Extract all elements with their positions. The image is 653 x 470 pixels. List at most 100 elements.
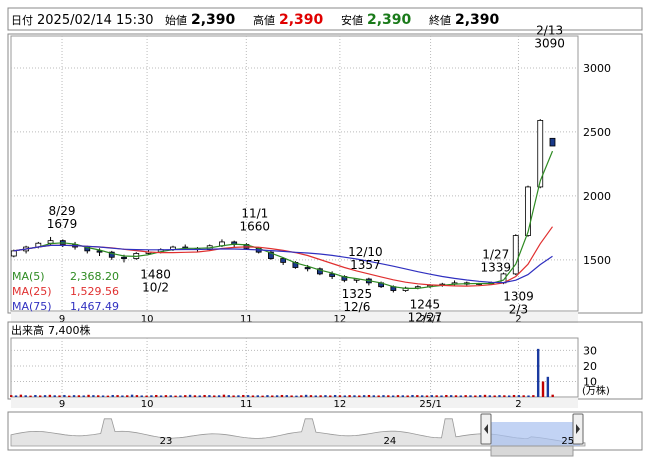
- volume-bar: [101, 395, 105, 397]
- ma-legend-name: MA(25): [12, 285, 52, 298]
- annotation-value: 1679: [47, 217, 78, 231]
- volume-bar: [198, 395, 201, 397]
- annotation-date: 12/10: [348, 245, 383, 259]
- volume-x-tick-label: 10: [141, 399, 154, 410]
- date-value: 2025/02/14 15:30: [37, 13, 154, 28]
- annotation-value: 1480: [140, 267, 171, 281]
- ma-legend-value: 1,529.56: [70, 285, 119, 298]
- candle-body: [280, 258, 287, 263]
- annotation-value: 1357: [350, 258, 381, 272]
- navigator-x-tick-label: 23: [160, 436, 173, 447]
- candle-body: [549, 137, 556, 147]
- price-x-axis-strip: [11, 312, 578, 323]
- price-y-tick-label: 3000: [583, 62, 611, 75]
- volume-bar: [406, 395, 409, 397]
- volume-bar: [251, 395, 255, 397]
- volume-bar: [232, 395, 235, 397]
- volume-bar: [377, 395, 380, 397]
- annotation-date: 10/2: [142, 280, 169, 294]
- volume-bar: [387, 395, 390, 397]
- volume-bar: [300, 395, 303, 397]
- volume-bar: [116, 395, 119, 397]
- price-y-tick-label: 1500: [583, 254, 611, 267]
- volume-unit-label: (万株): [582, 384, 610, 397]
- volume-bar: [246, 395, 250, 397]
- ma-legend-value: 2,368.20: [70, 270, 119, 283]
- close-label: 終値: [429, 13, 451, 27]
- volume-bar: [53, 395, 56, 397]
- volume-bar: [126, 395, 129, 397]
- volume-bar: [358, 395, 361, 397]
- volume-bar: [319, 395, 322, 397]
- volume-bar: [512, 394, 516, 397]
- volume-x-axis-strip: [11, 398, 578, 408]
- volume-bar: [517, 395, 521, 397]
- volume-bar: [19, 394, 23, 397]
- volume-bar: [150, 395, 153, 397]
- volume-bar: [111, 394, 114, 397]
- volume-bar: [353, 395, 356, 397]
- volume-bar: [184, 395, 187, 397]
- volume-bar: [68, 395, 71, 397]
- volume-bar: [532, 395, 535, 397]
- volume-bar: [551, 394, 554, 397]
- volume-bar: [536, 348, 540, 397]
- volume-bar: [464, 395, 467, 397]
- volume-bar: [425, 395, 429, 397]
- volume-bar: [213, 395, 216, 397]
- navigator-x-tick-label: 24: [383, 436, 396, 447]
- candle-body: [304, 267, 311, 270]
- annotation-date: 8/29: [49, 204, 76, 218]
- volume-bar: [324, 395, 327, 397]
- volume-bar: [469, 395, 472, 397]
- open-value: 2,390: [191, 12, 236, 28]
- volume-bar: [493, 395, 496, 397]
- candle-body: [512, 235, 519, 275]
- volume-bar: [97, 395, 100, 397]
- volume-y-tick-label: 20: [583, 360, 597, 373]
- annotation-date: 11/1: [241, 206, 268, 220]
- volume-x-tick-label: 2: [515, 399, 521, 410]
- volume-bar: [401, 395, 405, 397]
- volume-bar: [208, 395, 211, 397]
- candle-body: [525, 186, 531, 236]
- volume-bar: [227, 395, 230, 397]
- low-value: 2,390: [367, 12, 412, 28]
- navigator-x-tick-label: 25: [561, 436, 574, 447]
- volume-bar: [271, 395, 274, 397]
- volume-bar: [10, 395, 13, 397]
- volume-bar: [87, 394, 90, 397]
- annotation-date: 2/13: [536, 23, 563, 37]
- volume-bar: [121, 395, 124, 397]
- volume-x-tick-label: 9: [59, 399, 65, 410]
- volume-bar: [43, 395, 47, 397]
- volume-bar: [396, 395, 400, 397]
- volume-bar: [522, 395, 525, 397]
- open-label: 始値: [165, 13, 187, 27]
- volume-bar: [188, 394, 192, 397]
- price-x-tick-label: 10: [141, 314, 154, 325]
- volume-bar: [445, 394, 448, 397]
- navigator-scrollbar: [490, 445, 574, 457]
- volume-bar: [454, 395, 458, 397]
- volume-bar: [367, 394, 371, 397]
- volume-bar: [416, 395, 419, 397]
- volume-bar: [145, 395, 148, 397]
- volume-bar: [488, 395, 492, 397]
- annotation-value: 1660: [240, 219, 271, 233]
- volume-bar: [329, 395, 332, 397]
- ma-legend-name: MA(75): [12, 300, 52, 313]
- volume-bar: [440, 395, 443, 397]
- volume-bar: [82, 395, 85, 397]
- volume-bar: [498, 395, 501, 397]
- annotation-date: 2/3: [509, 302, 528, 316]
- volume-bar: [449, 395, 453, 397]
- volume-bar: [179, 395, 182, 397]
- volume-y-tick-label: 30: [583, 344, 597, 357]
- volume-title: 出来高: [11, 323, 44, 337]
- volume-bar: [474, 395, 477, 397]
- volume-x-tick-label: 11: [240, 399, 253, 410]
- price-x-tick-label: 11: [240, 314, 253, 325]
- annotation-value: 1325: [342, 287, 373, 301]
- volume-bar: [507, 395, 511, 397]
